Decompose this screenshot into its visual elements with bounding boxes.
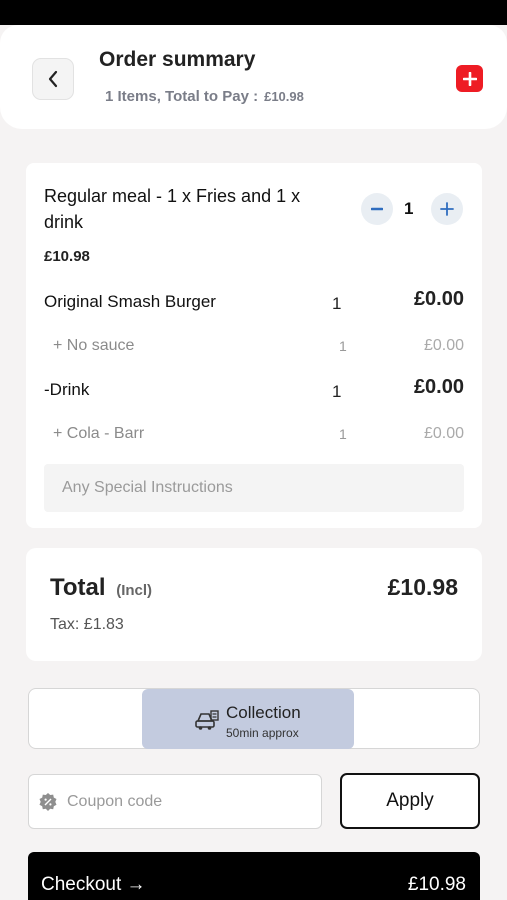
item-price: £10.98 — [44, 248, 90, 265]
fulfillment-toggle: Collection 50min approx — [28, 688, 480, 749]
minus-icon — [371, 207, 383, 211]
line-qty: 1 — [339, 426, 347, 442]
chevron-left-icon — [48, 70, 58, 88]
line-qty: 1 — [339, 338, 347, 354]
line-qty: 1 — [332, 294, 342, 313]
line-price: £0.00 — [423, 337, 464, 354]
line-price: £0.00 — [413, 376, 464, 398]
plus-icon — [462, 71, 477, 86]
total-amount: £10.98 — [387, 574, 458, 600]
total-label-text: Total — [50, 574, 106, 601]
line-qty: 1 — [332, 382, 342, 401]
line-name: -Drink — [44, 380, 90, 399]
collection-title: Collection — [226, 703, 301, 722]
add-item-button[interactable] — [456, 65, 483, 92]
back-button[interactable] — [32, 58, 74, 100]
page-title: Order summary — [99, 48, 256, 71]
line-name: Original Smash Burger — [44, 292, 216, 311]
tax-amount: Tax: £1.83 — [50, 616, 124, 633]
coupon-code-input[interactable]: Coupon code — [28, 774, 322, 829]
quantity-decrease-button[interactable] — [361, 193, 393, 225]
total-label: Total (Incl) — [50, 574, 152, 602]
apply-coupon-button[interactable]: Apply — [340, 773, 480, 829]
order-subtitle: 1 Items, Total to Pay : £10.98 — [105, 88, 304, 105]
item-title: Regular meal - 1 x Fries and 1 x drink — [44, 186, 301, 232]
order-item-card: Regular meal - 1 x Fries and 1 x drink 1… — [26, 163, 482, 528]
collection-option[interactable]: Collection 50min approx — [142, 689, 354, 749]
order-subtitle-amount: £10.98 — [264, 89, 304, 104]
line-name: + Cola - Barr — [53, 425, 145, 442]
checkout-button[interactable]: Checkout → £10.98 — [28, 852, 480, 900]
quantity-increase-button[interactable] — [431, 193, 463, 225]
line-price: £0.00 — [423, 425, 464, 442]
discount-badge-icon — [39, 793, 57, 811]
status-bar — [0, 0, 507, 25]
checkout-label: Checkout → — [41, 874, 146, 895]
total-incl: (Incl) — [116, 582, 153, 599]
line-name: + No sauce — [53, 337, 135, 354]
checkout-amount: £10.98 — [407, 874, 466, 895]
header: Order summary 1 Items, Total to Pay : £10… — [0, 25, 507, 129]
coupon-placeholder: Coupon code — [67, 793, 163, 810]
order-subtitle-text: 1 Items, Total to Pay : — [105, 88, 259, 105]
special-instructions-input[interactable]: Any Special Instructions — [44, 464, 464, 512]
car-icon — [195, 710, 219, 730]
total-card: Total (Incl) £10.98 Tax: £1.83 — [26, 548, 482, 661]
line-price: £0.00 — [413, 288, 464, 310]
plus-icon — [440, 202, 454, 216]
collection-eta: 50min approx — [226, 726, 299, 740]
quantity-value: 1 — [404, 199, 414, 218]
